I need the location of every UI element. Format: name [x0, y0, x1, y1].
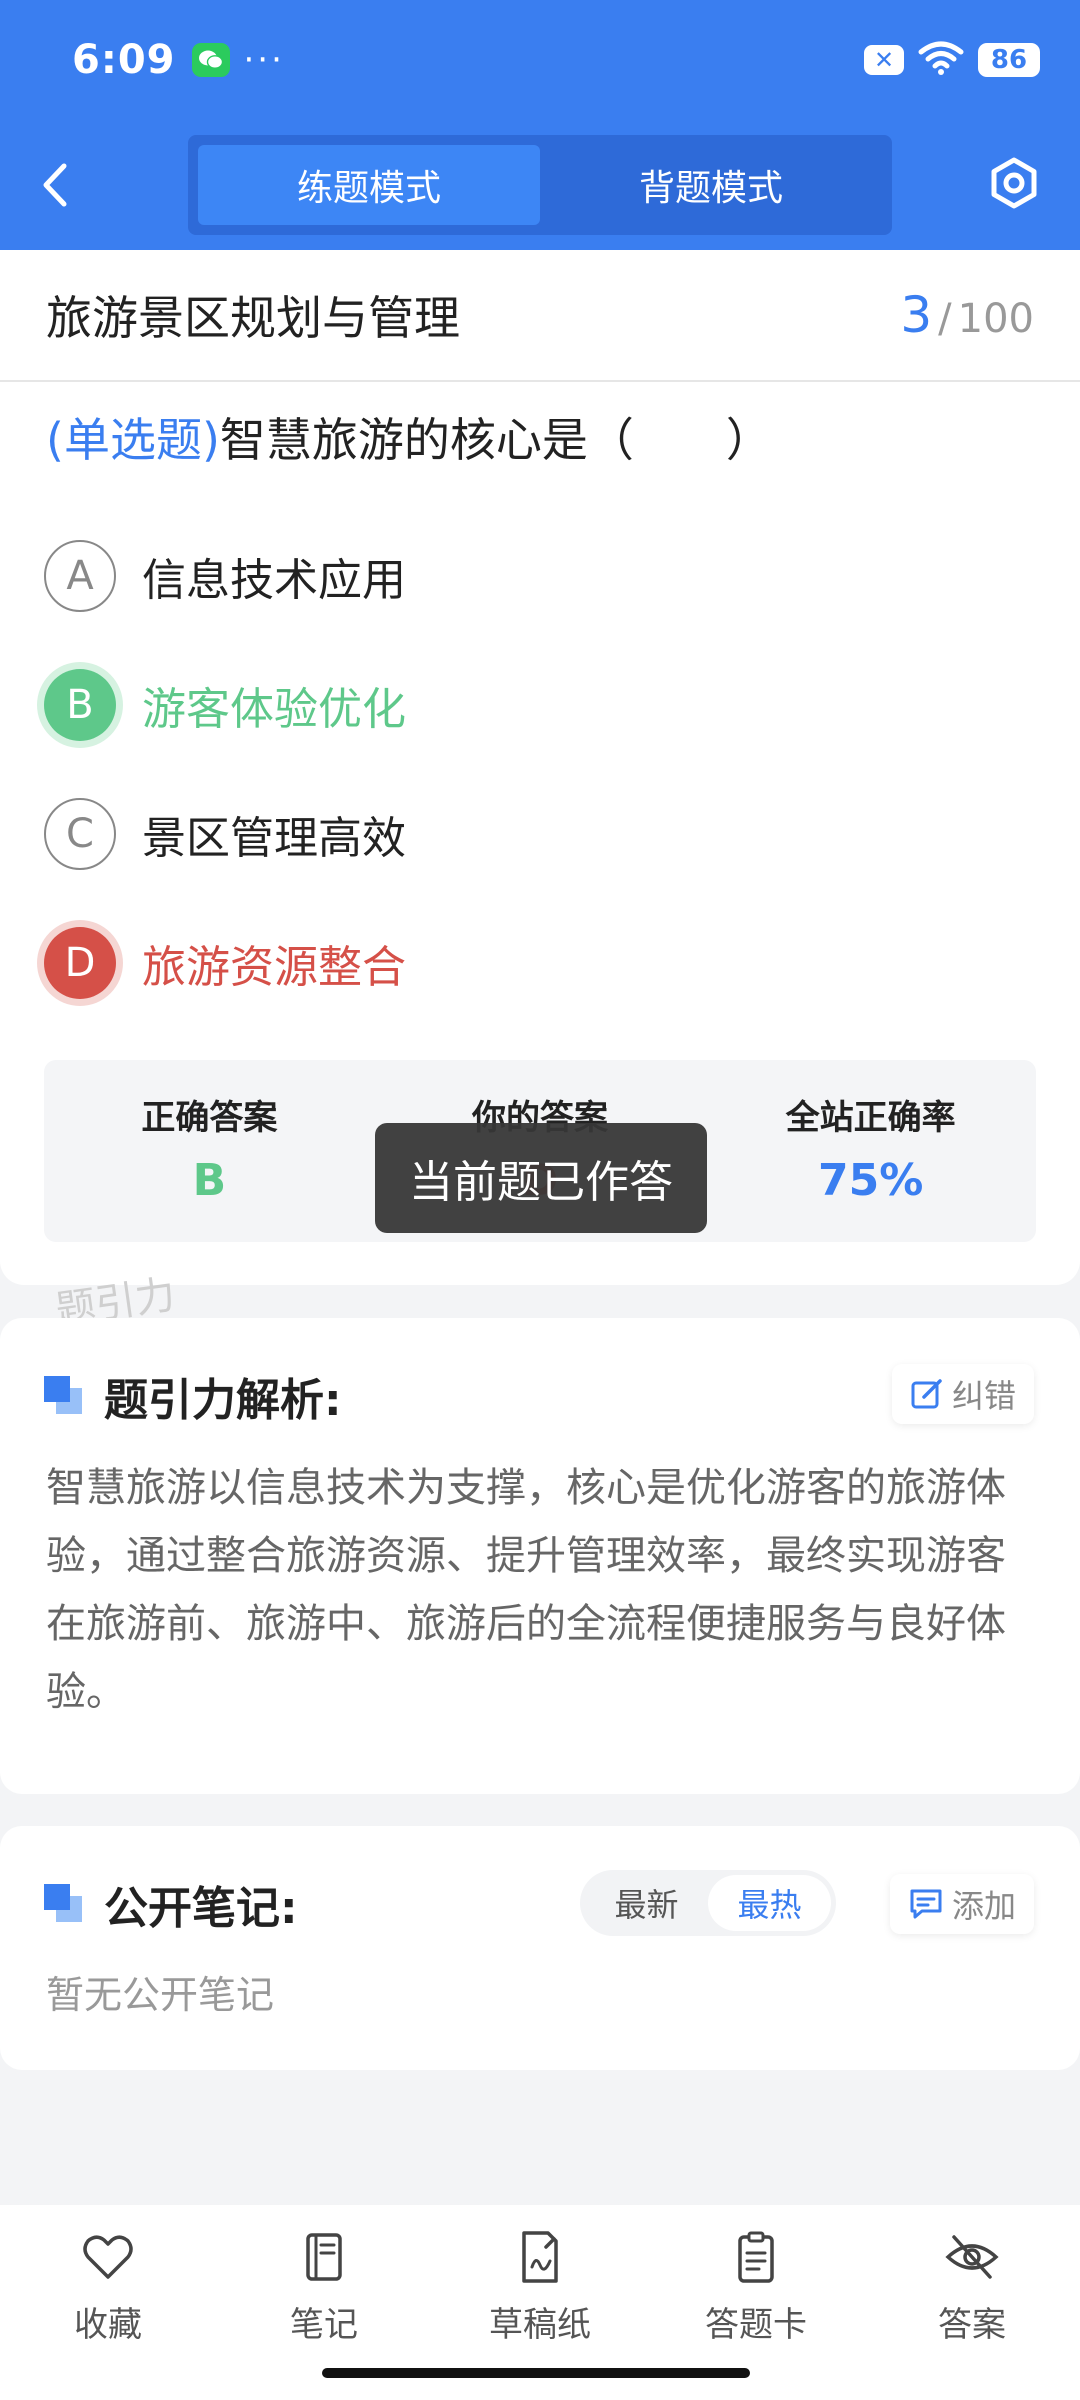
correct-answer-value: B	[192, 1155, 227, 1206]
option-text: 景区管理高效	[142, 813, 406, 864]
notes-header: 公开笔记:	[44, 1874, 298, 1934]
correct-answer-label: 正确答案	[141, 1098, 278, 1138]
question-progress: 3 / 100	[900, 286, 1034, 344]
question-stem: (单选题)智慧旅游的核心是（ ）	[46, 410, 1034, 470]
option-b[interactable]: B 游客体验优化	[44, 669, 406, 741]
settings-button[interactable]	[986, 155, 1042, 211]
notes-sort-toggle: 最新 最热	[580, 1870, 836, 1936]
tab-favorite[interactable]: 收藏	[0, 2205, 216, 2400]
option-letter: A	[44, 540, 116, 612]
report-error-label: 纠错	[951, 1377, 1016, 1415]
question-type: (单选题)	[46, 413, 220, 467]
option-text: 信息技术应用	[142, 555, 406, 606]
option-letter: D	[44, 927, 116, 999]
notebook-icon	[306, 2233, 342, 2281]
tab-label: 草稿纸	[489, 2305, 591, 2345]
answered-toast: 当前题已作答	[375, 1123, 707, 1233]
subject-title: 旅游景区规划与管理	[46, 291, 460, 345]
site-accuracy-value: 75%	[818, 1155, 924, 1206]
notes-title: 公开笔记:	[104, 1883, 298, 1934]
analysis-card: 题引力解析: 纠错 智慧旅游以信息技术为支撑，核心是优化游客的旅游体验，通过整合…	[0, 1318, 1080, 1794]
analysis-text: 智慧旅游以信息技术为支撑，核心是优化游客的旅游体验，通过整合旅游资源、提升管理效…	[46, 1465, 1006, 1715]
analysis-title: 题引力解析:	[104, 1375, 342, 1426]
question-text: 智慧旅游的核心是（ ）	[219, 413, 772, 467]
chevron-left-icon	[43, 163, 67, 207]
tab-label: 答题卡	[705, 2305, 807, 2345]
public-notes-card: 公开笔记: 最新 最热 添加 暂无公开笔记	[0, 1826, 1080, 2070]
notification-x-icon: ✕	[864, 45, 904, 75]
edit-icon	[911, 1379, 942, 1409]
tab-practice-mode[interactable]: 练题模式	[198, 145, 540, 225]
more-notifications-icon: ···	[243, 40, 285, 80]
option-letter: B	[44, 669, 116, 741]
notes-empty-text: 暂无公开笔记	[46, 1973, 275, 2017]
progress-separator: /	[938, 296, 952, 342]
comment-icon	[910, 1889, 942, 1919]
top-header: 6:09 ··· ✕ 86 练题模式 背题模式	[0, 0, 1080, 250]
sort-newest[interactable]: 最新	[585, 1875, 708, 1931]
gear-icon	[991, 157, 1037, 209]
current-question-number: 3	[900, 286, 933, 344]
option-text: 旅游资源整合	[142, 942, 406, 993]
home-indicator[interactable]	[322, 2368, 750, 2378]
site-accuracy-label: 全站正确率	[785, 1098, 956, 1138]
correct-answer-block: 正确答案 B	[44, 1060, 375, 1242]
option-a[interactable]: A 信息技术应用	[44, 540, 406, 612]
heart-icon	[83, 2235, 133, 2279]
tab-recite-mode[interactable]: 背题模式	[540, 145, 882, 225]
option-text: 游客体验优化	[142, 684, 406, 735]
report-error-button[interactable]: 纠错	[891, 1364, 1034, 1424]
status-time: 6:09	[72, 37, 176, 83]
tab-label: 收藏	[74, 2305, 142, 2345]
add-note-label: 添加	[951, 1887, 1016, 1925]
total-question-count: 100	[957, 296, 1034, 342]
option-c[interactable]: C 景区管理高效	[44, 798, 406, 870]
battery-indicator: 86	[978, 43, 1040, 77]
back-button[interactable]	[40, 155, 90, 215]
wechat-icon	[191, 43, 230, 77]
site-accuracy-block: 全站正确率 75%	[705, 1060, 1036, 1242]
subject-row: 旅游景区规划与管理 3 / 100	[46, 280, 1034, 350]
wifi-icon	[918, 40, 964, 80]
option-letter: C	[44, 798, 116, 870]
add-note-button[interactable]: 添加	[889, 1874, 1034, 1934]
section-icon	[44, 1884, 84, 1924]
draft-paper-icon	[522, 2231, 558, 2283]
option-d[interactable]: D 旅游资源整合	[44, 927, 406, 999]
tab-label: 答案	[938, 2305, 1006, 2345]
analysis-header: 题引力解析:	[44, 1366, 342, 1426]
answer-card-icon	[738, 2231, 774, 2283]
mode-switch: 练题模式 背题模式	[188, 135, 892, 235]
section-icon	[44, 1376, 84, 1416]
tab-answer[interactable]: 答案	[864, 2205, 1080, 2400]
status-bar: 6:09 ··· ✕ 86	[72, 30, 1040, 90]
sort-hottest[interactable]: 最热	[708, 1875, 831, 1931]
tab-label: 笔记	[290, 2305, 358, 2345]
divider	[0, 380, 1080, 382]
eye-off-icon	[945, 2235, 999, 2279]
